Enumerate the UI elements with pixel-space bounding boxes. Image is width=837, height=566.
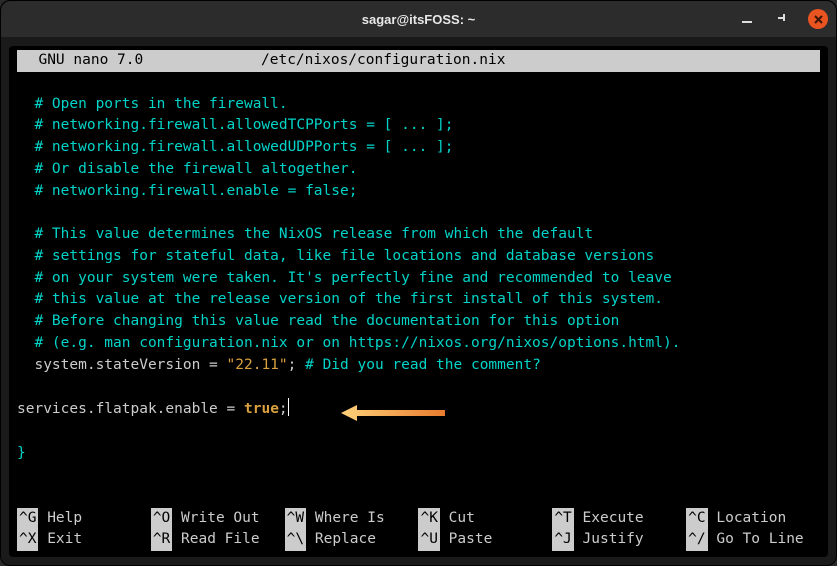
shortcut-label: Where Is: [306, 508, 385, 530]
nano-shortcuts: ^G Help ^O Write Out ^W Where Is ^K Cut …: [17, 508, 820, 554]
shortcut-exit[interactable]: ^X Exit: [17, 529, 151, 551]
shortcut-label: Paste: [440, 529, 492, 551]
shortcut-label: Justify: [574, 529, 644, 551]
cursor-line: services.flatpak.enable = true;: [17, 401, 289, 417]
code-line: # settings for stateful data, like file …: [17, 248, 654, 264]
shortcut-cut[interactable]: ^K Cut: [418, 508, 552, 530]
code-bool: true: [244, 401, 279, 417]
window-controls: [736, 8, 828, 30]
titlebar[interactable]: sagar@itsFOSS: ~: [1, 1, 836, 38]
shortcut-location[interactable]: ^C Location: [686, 508, 820, 530]
shortcut-key: ^K: [418, 508, 439, 530]
shortcut-label: Exit: [38, 529, 82, 551]
code-line: # on your system were taken. It's perfec…: [17, 270, 672, 286]
nano-file-name: /etc/nixos/configuration.nix: [261, 50, 816, 72]
shortcut-label: Read File: [172, 529, 259, 551]
editor-content[interactable]: # Open ports in the firewall. # networki…: [17, 72, 820, 508]
code-line: # this value at the release version of t…: [17, 291, 663, 307]
code-string: "22.11": [227, 357, 288, 373]
minimize-button[interactable]: [736, 8, 758, 30]
code-brace: }: [17, 445, 26, 461]
shortcut-label: Help: [38, 508, 82, 530]
shortcut-gotoline[interactable]: ^/ Go To Line: [686, 529, 820, 551]
shortcut-label: Cut: [440, 508, 475, 530]
shortcut-key: ^G: [17, 508, 38, 530]
shortcut-key: ^/: [686, 529, 707, 551]
shortcut-key: ^T: [552, 508, 573, 530]
window-title: sagar@itsFOSS: ~: [362, 12, 475, 27]
shortcut-key: ^J: [552, 529, 573, 551]
nano-header: GNU nano 7.0 /etc/nixos/configuration.ni…: [17, 50, 820, 72]
shortcut-key: ^R: [151, 529, 172, 551]
close-icon: [813, 14, 824, 25]
shortcut-replace[interactable]: ^\ Replace: [285, 529, 419, 551]
shortcut-label: Replace: [306, 529, 376, 551]
code-eq: =: [218, 401, 244, 417]
shortcut-justify[interactable]: ^J Justify: [552, 529, 686, 551]
shortcut-readfile[interactable]: ^R Read File: [151, 529, 285, 551]
shortcut-key: ^O: [151, 508, 172, 530]
code-line: # networking.firewall.allowedUDPPorts = …: [17, 139, 454, 155]
code-line: # This value determines the NixOS releas…: [17, 226, 593, 242]
shortcut-label: Write Out: [172, 508, 259, 530]
minimize-icon: [741, 13, 753, 25]
code-line: # (e.g. man configuration.nix or on http…: [17, 335, 680, 351]
shortcut-key: ^\: [285, 529, 306, 551]
nano-app-name: GNU nano 7.0: [21, 50, 261, 72]
shortcut-key: ^W: [285, 508, 306, 530]
shortcut-whereis[interactable]: ^W Where Is: [285, 508, 419, 530]
maximize-icon: [777, 13, 789, 25]
code-line: # networking.firewall.allowedTCPPorts = …: [17, 117, 454, 133]
shortcut-writeout[interactable]: ^O Write Out: [151, 508, 285, 530]
code-line: # networking.firewall.enable = false;: [17, 183, 357, 199]
shortcut-help[interactable]: ^G Help: [17, 508, 151, 530]
close-button[interactable]: [808, 9, 828, 29]
maximize-button[interactable]: [772, 8, 794, 30]
code-line: # Before changing this value read the do…: [17, 313, 619, 329]
terminal-window: sagar@itsFOSS: ~ GNU nano 7.0 /etc/nixos…: [0, 0, 837, 566]
shortcut-paste[interactable]: ^U Paste: [418, 529, 552, 551]
code-punct: ;: [288, 357, 305, 373]
terminal-area[interactable]: GNU nano 7.0 /etc/nixos/configuration.ni…: [9, 46, 828, 557]
shortcut-key: ^C: [686, 508, 707, 530]
shortcut-label: Go To Line: [708, 529, 804, 551]
shortcut-label: Execute: [574, 508, 644, 530]
code-key: services.flatpak.enable: [17, 401, 218, 417]
shortcut-key: ^X: [17, 529, 38, 551]
shortcut-key: ^U: [418, 529, 439, 551]
code-comment: # Did you read the comment?: [305, 357, 541, 373]
text-cursor: [288, 398, 290, 416]
code-line: # Or disable the firewall altogether.: [17, 161, 357, 177]
code-punct: ;: [279, 401, 288, 417]
code-line: # Open ports in the firewall.: [17, 96, 288, 112]
code-key: system.stateVersion: [17, 357, 200, 373]
shortcut-label: Location: [708, 508, 787, 530]
shortcut-execute[interactable]: ^T Execute: [552, 508, 686, 530]
code-eq: =: [200, 357, 226, 373]
